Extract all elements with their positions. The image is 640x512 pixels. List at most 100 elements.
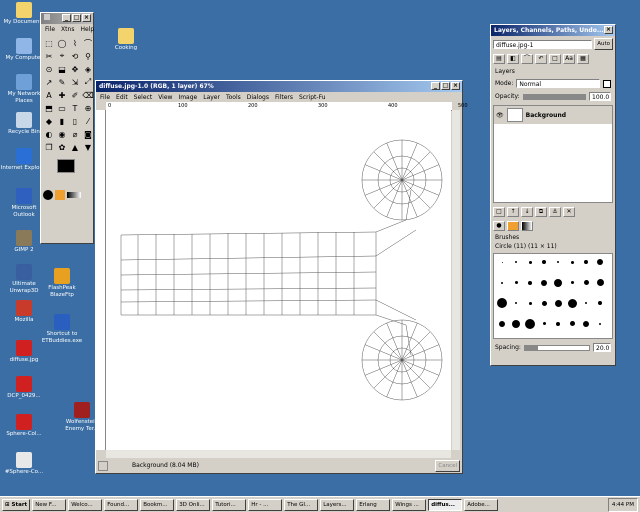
desktop-icon-cooking[interactable]: Cooking [102,28,150,52]
layers-dialog-titlebar[interactable]: Layers, Channels, Paths, Undo... × [491,25,615,36]
brush-swatch[interactable] [510,277,522,289]
taskbar-button[interactable]: 3D Onli... [176,498,211,511]
tool-icon[interactable]: ✂ [43,50,55,62]
brush-swatch[interactable] [594,318,606,330]
brush-swatch[interactable] [566,297,578,309]
menu-item[interactable]: Select [134,93,153,102]
keep-transparency-checkbox[interactable] [603,79,611,88]
tool-icon[interactable]: ◙ [82,128,94,140]
paths-tab-icon[interactable]: ⌒ [521,54,533,64]
taskbar-button[interactable]: Bookm... [140,498,175,511]
brush-swatch[interactable] [538,297,550,309]
vertical-scrollbar[interactable] [452,110,460,450]
brush-swatch[interactable] [566,277,578,289]
desktop-icon[interactable]: Shortcut to ETBuddies.exe [38,314,86,345]
menu-item[interactable]: File [100,93,110,102]
brush-swatch[interactable] [496,256,508,268]
tool-icon[interactable]: T [69,102,81,114]
tool-icon[interactable]: ⌖ [56,50,68,62]
menu-item[interactable]: Dialogs [247,93,269,102]
minimize-button[interactable]: _ [431,82,440,90]
close-button[interactable]: × [451,82,460,90]
spacing-field[interactable]: 20.0 [593,343,611,352]
brush-swatch[interactable] [566,318,578,330]
tool-icon[interactable]: ⌀ [69,128,81,140]
taskbar-button[interactable]: Found... [104,498,139,511]
tool-icon[interactable]: ❐ [43,141,55,153]
menu-item[interactable]: Filters [275,93,293,102]
taskbar-button[interactable]: diffus... [428,498,463,511]
close-button[interactable]: × [82,14,91,22]
opacity-slider[interactable] [522,93,586,100]
tool-icon[interactable]: ⬒ [43,102,55,114]
tool-icon[interactable]: ⊙ [43,63,55,75]
taskbar-button[interactable]: Adobe... [464,498,499,511]
navigate-icon[interactable] [98,460,108,471]
menu-item[interactable]: Script-Fu [299,93,326,102]
patterns-tab-icon[interactable] [507,221,519,231]
channels-tab-icon[interactable]: ◧ [507,54,519,64]
taskbar-button[interactable]: Layers... [320,498,355,511]
taskbar-button[interactable]: The GI... [284,498,319,511]
mode-select[interactable]: Normal [516,79,600,88]
tool-icon[interactable]: ✥ [69,63,81,75]
brush-swatch[interactable] [580,277,592,289]
brush-swatch[interactable] [524,297,536,309]
menu-item[interactable]: View [158,93,172,102]
taskbar-button[interactable]: Tutori... [212,498,247,511]
taskbar-button[interactable]: Erlang [356,498,391,511]
brush-swatch[interactable] [524,256,536,268]
tool-icon[interactable]: ◯ [56,37,68,49]
tool-icon[interactable]: ⇲ [69,76,81,88]
taskbar-button[interactable]: Hr - ... [248,498,283,511]
tool-icon[interactable]: ✐ [69,89,81,101]
brush-swatch[interactable] [538,318,550,330]
tool-icon[interactable]: ⌒ [82,37,94,49]
brush-swatch[interactable] [594,297,606,309]
brush-swatch[interactable] [510,256,522,268]
brush-swatch[interactable] [566,256,578,268]
brush-swatch[interactable] [552,256,564,268]
brush-swatch[interactable] [538,256,550,268]
tool-icon[interactable]: ▲ [69,141,81,153]
brush-swatch[interactable] [538,277,550,289]
image-canvas[interactable] [106,110,451,450]
tool-icon[interactable]: ⁄ [82,115,94,127]
taskbar-button[interactable]: New F... [32,498,67,511]
tool-icon[interactable]: ✎ [56,76,68,88]
tool-icon[interactable]: ▯ [69,115,81,127]
image-window-titlebar[interactable]: diffuse.jpg-1.0 (RGB, 1 layer) 67% _ □ × [96,81,462,92]
tool-icon[interactable]: ◉ [56,128,68,140]
menu-item[interactable]: Image [178,93,197,102]
anchor-layer-button[interactable]: ⚓ [549,207,561,217]
menu-item[interactable]: Layer [203,93,220,102]
brush-swatch[interactable] [580,297,592,309]
horizontal-scrollbar[interactable] [106,450,451,458]
brush-swatch[interactable] [552,277,564,289]
tool-icon[interactable]: ⊕ [82,102,94,114]
minimize-button[interactable]: _ [62,14,71,22]
brush-swatch[interactable] [524,318,536,330]
tool-icon[interactable]: ▭ [56,102,68,114]
tool-icon[interactable]: ⚲ [82,50,94,62]
layers-tab-icon[interactable]: ▤ [493,54,505,64]
taskbar-button[interactable]: Wings ... [392,498,427,511]
auto-button[interactable]: Auto [594,38,613,50]
brush-swatch[interactable] [594,256,606,268]
brush-swatch[interactable] [594,277,606,289]
eye-icon[interactable]: 👁 [496,112,504,119]
maximize-button[interactable]: □ [441,82,450,90]
tool-icon[interactable]: A [43,89,55,101]
tool-icon[interactable]: ▮ [56,115,68,127]
brush-swatch[interactable] [496,277,508,289]
brush-swatch[interactable] [496,297,508,309]
brush-swatch[interactable] [552,297,564,309]
opacity-field[interactable]: 100.0 [589,92,611,101]
taskbar-button[interactable]: Welco... [68,498,103,511]
tool-icon[interactable]: ◆ [43,115,55,127]
toolbox-titlebar[interactable]: _ □ × [41,13,93,24]
start-button[interactable]: ⊞ Start [2,498,31,511]
brush-swatch[interactable] [510,318,522,330]
brush-swatch[interactable] [496,318,508,330]
tool-icon[interactable]: ◐ [43,128,55,140]
